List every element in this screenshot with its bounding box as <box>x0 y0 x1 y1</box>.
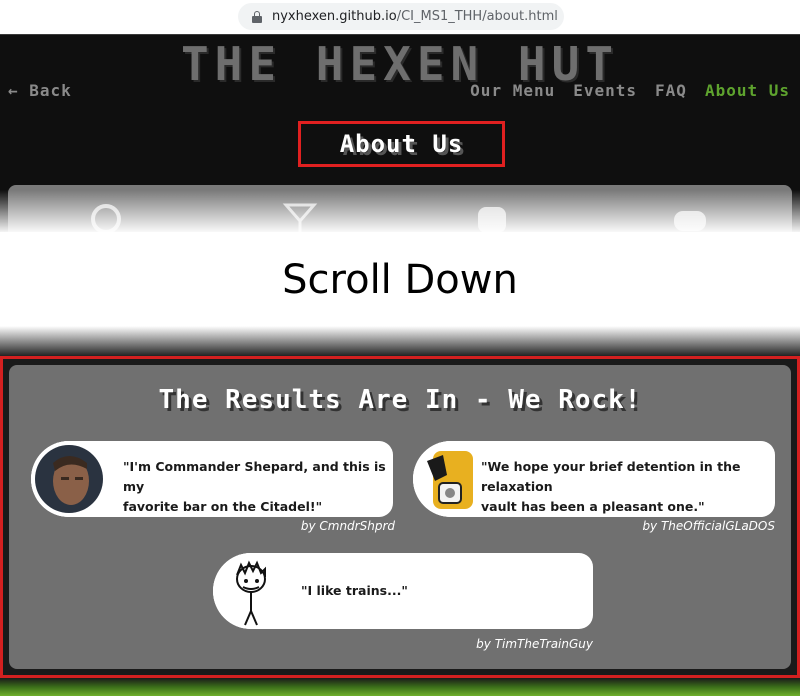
main-nav: Our Menu Events FAQ About Us <box>470 81 790 100</box>
results-title: The Results Are In - We Rock! <box>158 385 642 415</box>
nav-our-menu[interactable]: Our Menu <box>470 81 555 100</box>
nav-about-us[interactable]: About Us <box>705 81 790 100</box>
avatar-shepard <box>31 441 107 517</box>
fade-overlay-top <box>0 190 800 234</box>
footer-edge <box>0 678 800 696</box>
review-card: "I like trains..." by TimTheTrainGuy <box>209 549 599 651</box>
review-card: "We hope your brief detention in the rel… <box>409 437 779 537</box>
scroll-down-text: Scroll Down <box>282 257 518 303</box>
review-quote: "I'm Commander Shepard, and this is my f… <box>123 459 386 514</box>
avatar-tim <box>213 553 289 629</box>
nav-faq[interactable]: FAQ <box>655 81 687 100</box>
browser-address-bar: nyxhexen.github.io/CI_MS1_THH/about.html <box>0 0 800 34</box>
nav-events[interactable]: Events <box>573 81 637 100</box>
review-byline: by TheOfficialGLaDOS <box>642 519 775 533</box>
results-panel: The Results Are In - We Rock! "I'm Comma… <box>9 365 791 669</box>
lock-icon <box>252 10 262 23</box>
review-byline: by TimTheTrainGuy <box>476 637 593 651</box>
review-byline: by CmndrShprd <box>300 519 395 533</box>
stick-figure-icon <box>213 553 289 629</box>
review-quote: "I like trains..." <box>301 583 408 598</box>
results-section: The Results Are In - We Rock! "I'm Comma… <box>0 356 800 678</box>
url-field[interactable]: nyxhexen.github.io/CI_MS1_THH/about.html <box>238 3 564 30</box>
url-text: nyxhexen.github.io/CI_MS1_THH/about.html <box>272 9 558 24</box>
glados-cube-icon <box>413 441 489 517</box>
scroll-down-banner: Scroll Down <box>0 232 800 328</box>
avatar-glados <box>413 441 489 517</box>
back-link[interactable]: ← Back <box>8 81 72 100</box>
page-title: About Us <box>298 121 505 167</box>
shepard-portrait-icon <box>31 441 107 517</box>
fade-overlay-bottom <box>0 326 800 358</box>
review-card: "I'm Commander Shepard, and this is my f… <box>27 437 397 537</box>
review-quote: "We hope your brief detention in the rel… <box>481 459 741 514</box>
